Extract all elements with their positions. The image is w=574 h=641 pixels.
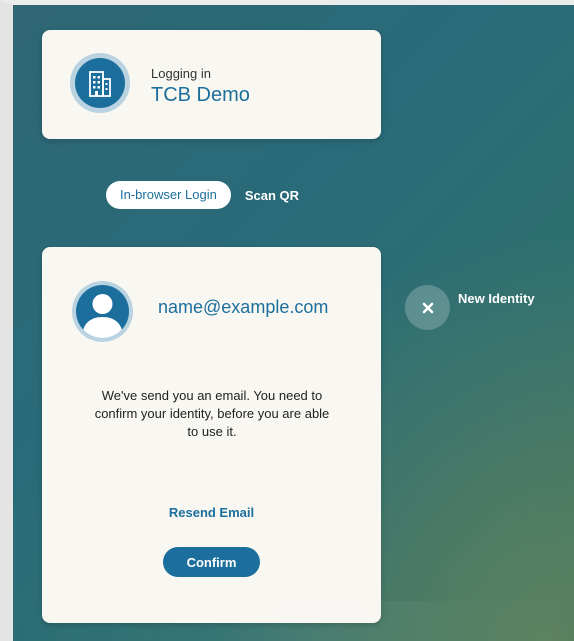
resend-email-link[interactable]: Resend Email xyxy=(42,505,381,520)
login-screen: Logging in TCB Demo In-browser Login Sca… xyxy=(13,5,574,641)
close-icon xyxy=(422,302,433,313)
confirmation-message: We've send you an email. You need to con… xyxy=(94,388,330,439)
building-icon xyxy=(89,71,111,97)
user-icon xyxy=(82,294,123,338)
tab-scan-qr[interactable]: Scan QR xyxy=(245,188,299,203)
tab-in-browser-login[interactable]: In-browser Login xyxy=(106,181,231,209)
org-name: TCB Demo xyxy=(151,84,250,106)
identity-card: name@example.com We've send you an email… xyxy=(42,247,381,623)
new-identity-circle[interactable] xyxy=(405,285,450,330)
new-identity-button[interactable]: New Identity xyxy=(405,285,535,330)
identity-email[interactable]: name@example.com xyxy=(158,297,328,318)
org-avatar xyxy=(70,53,130,113)
confirm-button[interactable]: Confirm xyxy=(163,547,260,577)
logging-in-label: Logging in xyxy=(151,66,211,81)
new-identity-label[interactable]: New Identity xyxy=(458,291,535,306)
login-mode-tabs: In-browser Login Scan QR xyxy=(106,181,299,209)
avatar xyxy=(72,281,133,342)
logging-in-card: Logging in TCB Demo xyxy=(42,30,381,139)
